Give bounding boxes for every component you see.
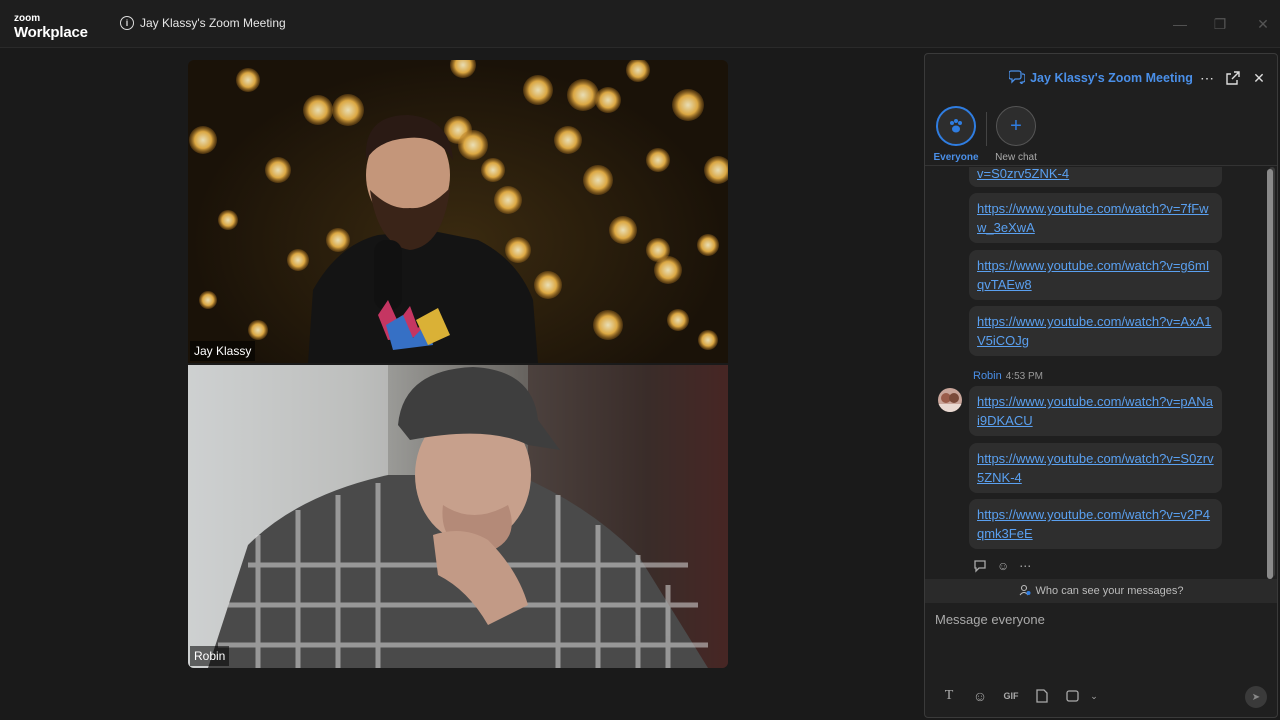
message-link[interactable]: https://www.youtube.com/watch?v=pANai9DK…: [977, 394, 1213, 428]
video-tile-jay[interactable]: Jay Klassy: [188, 60, 728, 363]
message-link[interactable]: https://www.youtube.com/watch?v=g6mIqvTA…: [977, 258, 1209, 292]
paw-icon: [936, 106, 976, 146]
message-link[interactable]: https://www.youtube.com/watch?v=7fFww_3e…: [977, 201, 1209, 235]
message-link[interactable]: https://www.youtube.com/watch?v=S0zrv5ZN…: [977, 451, 1214, 485]
chat-bubble-icon: [1008, 69, 1026, 87]
message-bubble: https://www.youtube.com/watch?v=7fFww_3e…: [969, 193, 1222, 243]
plus-icon: +: [996, 106, 1036, 146]
close-window-icon[interactable]: ✕: [1253, 14, 1273, 34]
message-bubble: https://www.youtube.com/watch?v=AxA1V5iC…: [969, 306, 1222, 356]
chat-header-actions: ⋯ ✕: [1199, 70, 1267, 86]
send-icon[interactable]: ➤: [1245, 686, 1267, 708]
message-bubble: https://www.youtube.com/watch?v=v2P4qmk3…: [969, 499, 1222, 549]
message-bubble: v=S0zrv5ZNK-4: [969, 167, 1222, 187]
gif-icon[interactable]: GIF: [1003, 691, 1019, 701]
compose-toolbar: T ☺ GIF ⌄: [941, 688, 1102, 704]
tab-everyone-label: Everyone: [933, 152, 979, 163]
people-icon: [1019, 584, 1031, 599]
logo-line1: zoom: [14, 13, 41, 24]
file-icon[interactable]: [1034, 689, 1050, 703]
emoji-reaction-icon[interactable]: ☺: [997, 559, 1009, 576]
privacy-notice[interactable]: Who can see your messages?: [925, 579, 1277, 603]
message-sender: Robin 4:53 PM: [973, 370, 1043, 382]
privacy-text: Who can see your messages?: [1035, 585, 1184, 597]
avatar[interactable]: [938, 388, 962, 412]
sender-name: Robin: [973, 370, 1002, 382]
chat-title: Jay Klassy's Zoom Meeting: [1030, 71, 1193, 85]
video-tile-robin[interactable]: Robin: [188, 365, 728, 668]
chevron-down-icon[interactable]: ⌄: [1086, 691, 1102, 702]
message-actions: ☺ ⋯: [973, 559, 1031, 576]
message-list[interactable]: v=S0zrv5ZNK-4 https://www.youtube.com/wa…: [925, 167, 1277, 579]
close-chat-icon[interactable]: ✕: [1251, 70, 1267, 86]
message-bubble: https://www.youtube.com/watch?v=pANai9DK…: [969, 386, 1222, 436]
message-input[interactable]: Message everyone: [935, 612, 1045, 627]
tab-new-chat-label: New chat: [995, 152, 1037, 163]
emoji-icon[interactable]: ☺: [972, 688, 988, 704]
message-bubble: https://www.youtube.com/watch?v=g6mIqvTA…: [969, 250, 1222, 300]
more-options-icon[interactable]: ⋯: [1199, 70, 1215, 86]
video-feed-jay: [189, 60, 728, 363]
minimize-icon[interactable]: —: [1170, 14, 1190, 34]
video-stage: Jay Klassy Robin: [0, 49, 922, 720]
message-bubble: https://www.youtube.com/watch?v=S0zrv5ZN…: [969, 443, 1222, 493]
restore-icon[interactable]: ❐: [1210, 14, 1230, 34]
tab-everyone[interactable]: Everyone: [926, 106, 986, 163]
popout-icon[interactable]: [1225, 70, 1241, 86]
scrollbar-thumb[interactable]: [1267, 169, 1273, 579]
participant-name-jay: Jay Klassy: [190, 341, 256, 361]
message-link[interactable]: v=S0zrv5ZNK-4: [977, 167, 1069, 181]
title-bar: zoom Workplace i Jay Klassy's Zoom Meeti…: [0, 0, 1280, 48]
info-icon[interactable]: i: [120, 16, 134, 30]
video-feed-robin: [188, 365, 728, 668]
screenshot-icon[interactable]: [1065, 689, 1081, 703]
reply-icon[interactable]: [973, 559, 987, 576]
participant-name-robin: Robin: [190, 646, 230, 666]
message-time: 4:53 PM: [1005, 371, 1043, 382]
zoom-logo: zoom Workplace: [14, 13, 88, 41]
format-text-icon[interactable]: T: [941, 688, 957, 704]
logo-line2: Workplace: [14, 24, 88, 41]
chat-tabs: Everyone + New chat: [925, 102, 1277, 166]
meeting-title: Jay Klassy's Zoom Meeting: [140, 16, 286, 30]
message-link[interactable]: https://www.youtube.com/watch?v=v2P4qmk3…: [977, 507, 1210, 541]
tab-new-chat[interactable]: + New chat: [986, 106, 1046, 163]
message-link[interactable]: https://www.youtube.com/watch?v=AxA1V5iC…: [977, 314, 1211, 348]
chat-panel: Jay Klassy's Zoom Meeting ⋯ ✕ Everyone +…: [924, 53, 1278, 718]
meeting-info[interactable]: i Jay Klassy's Zoom Meeting: [120, 16, 286, 30]
more-actions-icon[interactable]: ⋯: [1019, 559, 1031, 576]
